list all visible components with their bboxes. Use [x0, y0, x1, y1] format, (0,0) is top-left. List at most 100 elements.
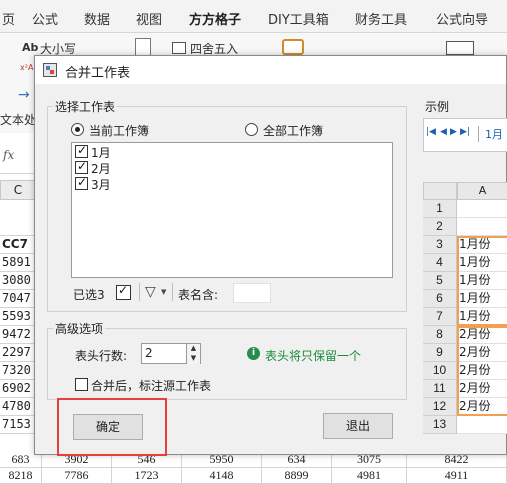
preview-row-number: 1	[423, 200, 457, 218]
table-cell[interactable]: 1723	[112, 468, 182, 484]
preview-corner	[423, 182, 457, 200]
sheet-cell[interactable]: 5891	[0, 254, 36, 272]
preview-row-number: 4	[423, 254, 457, 272]
tab-diy[interactable]: DIY工具箱	[268, 9, 329, 28]
radio-all-workbooks[interactable]	[245, 123, 258, 136]
arrow-right-icon[interactable]: →	[18, 87, 30, 103]
list-toolbar: 已选3 ▽ ▼ 表名含:	[71, 282, 393, 304]
tab-formula-wizard[interactable]: 公式向导	[436, 9, 488, 28]
sheet-cell[interactable]	[0, 200, 36, 236]
sheet-cell[interactable]: 2297	[0, 344, 36, 362]
sheet-name[interactable]: 3月	[91, 176, 111, 193]
preview-column-header: A	[457, 182, 507, 200]
header-rows-value[interactable]: 2	[145, 346, 153, 360]
document-icon[interactable]	[135, 38, 151, 56]
table-icon	[172, 42, 186, 54]
sheet-cell[interactable]: 3080	[0, 272, 36, 290]
sheet-name[interactable]: 2月	[91, 160, 111, 177]
radio-current-workbook[interactable]	[71, 123, 84, 136]
radio-all-workbooks-label[interactable]: 全部工作簿	[263, 122, 323, 139]
text-processing-group: 文本处	[0, 113, 37, 127]
first-sheet-icon[interactable]: |◀	[426, 127, 436, 137]
prev-sheet-icon[interactable]: ◀	[440, 127, 447, 137]
filter-icon[interactable]: ▽	[145, 284, 156, 300]
chevron-down-icon[interactable]: ▼	[161, 288, 166, 296]
sheet-checkbox[interactable]	[75, 143, 88, 158]
fx-icon[interactable]: fx	[3, 148, 14, 162]
grid-icon[interactable]	[446, 41, 474, 55]
sheet-cell[interactable]: 4780	[0, 398, 36, 416]
briefcase-icon[interactable]	[282, 39, 304, 55]
sheet-cell[interactable]: 7153	[0, 416, 36, 434]
preview-row-number: 11	[423, 380, 457, 398]
sheet-name-filter-input[interactable]	[233, 283, 271, 303]
mark-source-label[interactable]: 合并后，标注源工作表	[91, 377, 211, 394]
ribbon-tab-bar: 页 公式 数据 视图 方方格子 DIY工具箱 财务工具 公式向导	[0, 0, 507, 36]
header-rows-stepper[interactable]: 2 ▲ ▼	[141, 343, 201, 364]
sheet-cell[interactable]: 7047	[0, 290, 36, 308]
tab-fangfang[interactable]: 方方格子	[189, 9, 242, 36]
table-cell[interactable]: 4981	[332, 468, 407, 484]
info-text: 表头将只保留一个	[265, 349, 362, 363]
preview-highlight-feb	[457, 326, 507, 416]
sheet-checkbox[interactable]	[75, 159, 88, 174]
toolbar-divider	[139, 283, 140, 301]
preview-row-number: 3	[423, 236, 457, 254]
case-prefix: Ab	[22, 41, 39, 54]
table-cell[interactable]: 8218	[0, 468, 42, 484]
column-header-c[interactable]: C	[0, 180, 36, 200]
table-cell[interactable]: 4911	[407, 468, 507, 484]
dialog-title: 合并工作表	[65, 66, 131, 81]
exit-button[interactable]: 退出	[323, 413, 393, 439]
sheet-checkbox[interactable]	[75, 175, 88, 190]
select-sheets-group-label: 选择工作表	[53, 98, 118, 115]
sheet-cell[interactable]: CC7	[0, 236, 36, 254]
sheet-name[interactable]: 1月	[91, 144, 111, 161]
sheet-cell[interactable]: 5593	[0, 308, 36, 326]
last-sheet-icon[interactable]: ▶|	[460, 127, 470, 137]
info-icon: i	[247, 347, 260, 360]
preview-row-number: 12	[423, 398, 457, 416]
sheet-name-contains-label: 表名含:	[178, 288, 219, 302]
header-rows-label: 表头行数:	[75, 349, 128, 363]
preview-row-number: 13	[423, 416, 457, 434]
tab-finance[interactable]: 财务工具	[355, 9, 407, 28]
preview-row-number: 8	[423, 326, 457, 344]
table-cell[interactable]: 4148	[182, 468, 262, 484]
preview-row-number: 9	[423, 344, 457, 362]
toolbar-divider	[172, 283, 173, 301]
tab-data[interactable]: 数据	[84, 9, 110, 28]
sheet-cell[interactable]: 9472	[0, 326, 36, 344]
preview-row-number: 10	[423, 362, 457, 380]
sheet-list[interactable]: 1月 2月 3月	[71, 142, 393, 278]
preview-row-number: 5	[423, 272, 457, 290]
radio-current-workbook-label[interactable]: 当前工作簿	[89, 122, 149, 139]
table-cell[interactable]: 7786	[42, 468, 112, 484]
table-cell[interactable]: 8899	[262, 468, 332, 484]
advanced-options-group-label: 高级选项	[53, 320, 106, 337]
dialog-titlebar[interactable]: 合并工作表	[35, 56, 506, 84]
tab-view[interactable]: 视图	[136, 9, 162, 28]
preview-row-number: 2	[423, 218, 457, 236]
preview-cell	[457, 218, 507, 236]
sheet-cell[interactable]: 6902	[0, 380, 36, 398]
select-all-checkbox[interactable]	[116, 283, 131, 300]
merge-sheets-dialog: 合并工作表 选择工作表 当前工作簿 全部工作簿 1月 2月 3月 已选3 ▽ ▼…	[34, 55, 507, 456]
stepper-down-icon[interactable]: ▼	[186, 354, 200, 364]
preview-cell	[457, 416, 507, 434]
tab-page[interactable]: 页	[2, 9, 15, 28]
next-sheet-icon[interactable]: ▶	[450, 127, 457, 137]
app-icon	[43, 63, 57, 77]
preview-row-number: 6	[423, 290, 457, 308]
preview-tab-bar: |◀ ◀ ▶ ▶| 1月	[423, 118, 507, 152]
preview-sheet-tab[interactable]: 1月	[478, 126, 503, 142]
preview-label: 示例	[425, 100, 450, 114]
sheet-cell[interactable]: 7320	[0, 362, 36, 380]
preview-row-number: 7	[423, 308, 457, 326]
table-row: 8218 7786 1723 4148 8899 4981 4911	[0, 468, 507, 484]
stepper-up-icon[interactable]: ▲	[186, 344, 200, 354]
tab-formula[interactable]: 公式	[32, 9, 58, 28]
selected-count: 已选3	[73, 288, 105, 302]
ok-button[interactable]: 确定	[73, 414, 143, 440]
mark-source-checkbox[interactable]	[75, 378, 88, 391]
